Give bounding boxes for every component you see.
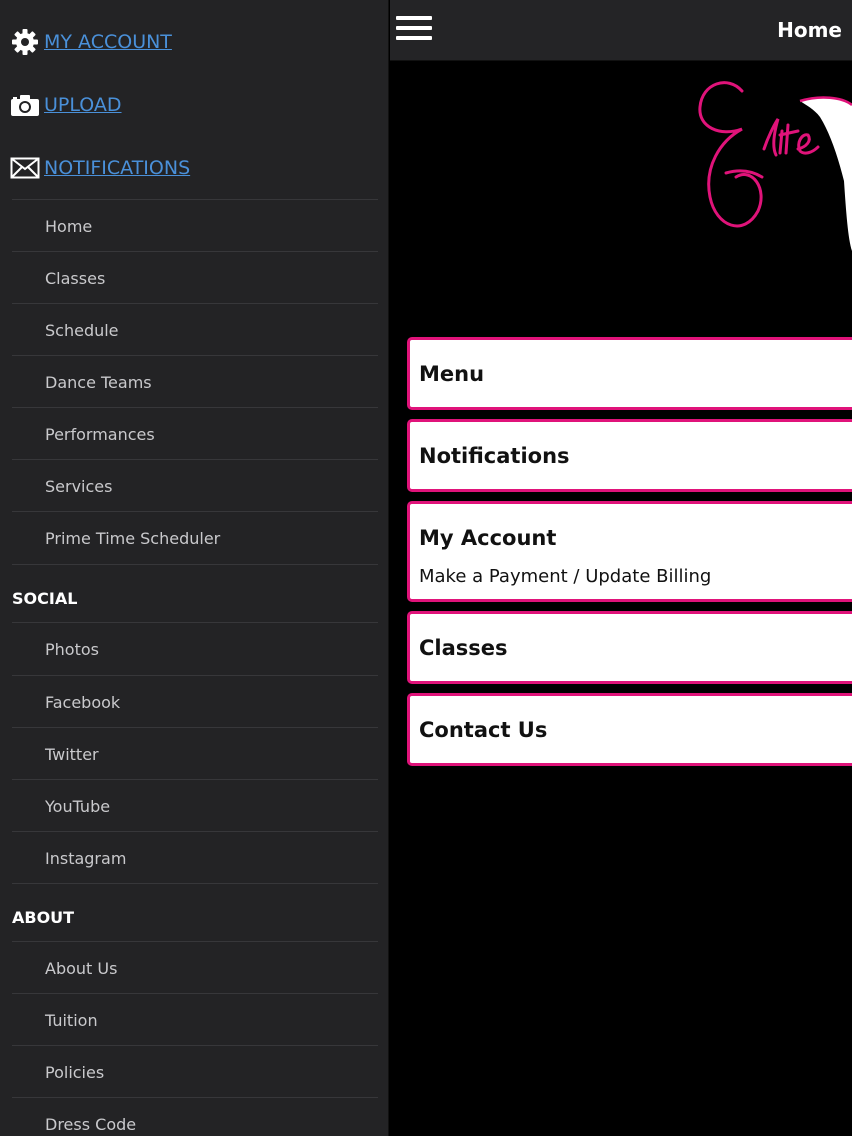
nav-item-label: Services [45, 476, 113, 496]
section-heading-about: ABOUT [12, 908, 75, 927]
nav-item-label: Schedule [45, 320, 119, 340]
gear-icon [10, 27, 40, 57]
camera-icon [10, 90, 40, 120]
card-title: My Account [419, 526, 557, 550]
card-title: Notifications [419, 444, 570, 468]
contact-us-card[interactable]: Contact Us [407, 693, 852, 766]
logo [390, 61, 852, 331]
card-title: Menu [419, 362, 485, 386]
nav-item-label: Instagram [45, 848, 127, 868]
notifications-card[interactable]: Notifications [407, 419, 852, 492]
top-bar: Home [390, 0, 852, 61]
page-title: Home [777, 18, 842, 42]
divider [12, 883, 378, 884]
my-account-card[interactable]: My Account Make a Payment / Update Billi… [407, 501, 852, 602]
nav-item-schedule[interactable]: Schedule [12, 304, 378, 356]
card-title: Classes [419, 636, 508, 660]
nav-item-label: Tuition [45, 1010, 98, 1030]
nav-item-label: Prime Time Scheduler [45, 528, 221, 548]
nav-item-instagram[interactable]: Instagram [12, 832, 378, 884]
nav-item-photos[interactable]: Photos [12, 623, 378, 675]
nav-item-label: Classes [45, 268, 106, 288]
menu-card[interactable]: Menu [407, 337, 852, 410]
nav-item-classes[interactable]: Classes [12, 252, 378, 304]
card-title: Contact Us [419, 718, 548, 742]
nav-item-label: About Us [45, 958, 118, 978]
nav-item-label: YouTube [45, 796, 111, 816]
divider [12, 564, 378, 565]
nav-item-facebook[interactable]: Facebook [12, 676, 378, 728]
hamburger-menu-icon[interactable] [396, 16, 432, 44]
notifications-label: NOTIFICATIONS [44, 157, 191, 179]
my-account-link[interactable]: MY ACCOUNT [10, 22, 172, 62]
nav-item-dress-code[interactable]: Dress Code [12, 1098, 378, 1136]
nav-item-label: Photos [45, 639, 99, 659]
upload-link[interactable]: UPLOAD [10, 85, 122, 125]
nav-item-policies[interactable]: Policies [12, 1046, 378, 1098]
nav-item-label: Dance Teams [45, 372, 152, 392]
nav-item-label: Home [45, 216, 93, 236]
nav-item-label: Performances [45, 424, 155, 444]
nav-item-twitter[interactable]: Twitter [12, 728, 378, 780]
nav-item-performances[interactable]: Performances [12, 408, 378, 460]
upload-label: UPLOAD [44, 94, 122, 116]
nav-item-label: Twitter [45, 744, 99, 764]
envelope-icon [10, 153, 40, 183]
nav-item-label: Dress Code [45, 1114, 137, 1134]
my-account-label: MY ACCOUNT [44, 31, 172, 53]
nav-item-tuition[interactable]: Tuition [12, 994, 378, 1046]
classes-card[interactable]: Classes [407, 611, 852, 684]
side-menu: MY ACCOUNT UPLOAD NOTIFICATIONS Home Cla… [0, 0, 389, 1136]
nav-item-about-us[interactable]: About Us [12, 942, 378, 994]
nav-item-label: Policies [45, 1062, 105, 1082]
nav-item-prime-time-scheduler[interactable]: Prime Time Scheduler [12, 512, 378, 564]
nav-item-services[interactable]: Services [12, 460, 378, 512]
section-heading-social: SOCIAL [12, 589, 78, 608]
nav-item-dance-teams[interactable]: Dance Teams [12, 356, 378, 408]
nav-item-home[interactable]: Home [12, 200, 378, 252]
card-subtitle: Make a Payment / Update Billing [419, 566, 712, 587]
notifications-link[interactable]: NOTIFICATIONS [10, 148, 190, 188]
nav-item-label: Facebook [45, 692, 121, 712]
nav-item-youtube[interactable]: YouTube [12, 780, 378, 832]
